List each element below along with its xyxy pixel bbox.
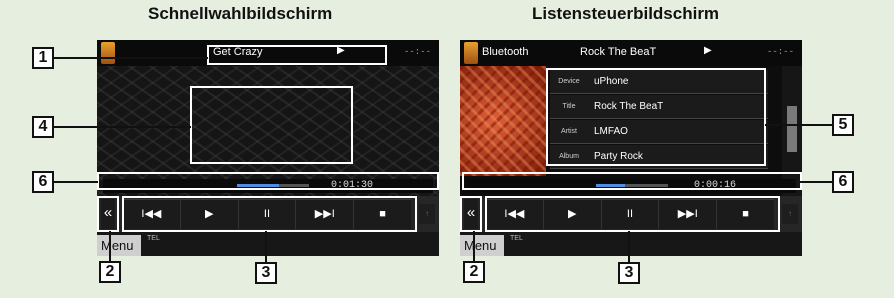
highlight-box-6-right [462,172,802,190]
connector-line-2-left [109,231,111,263]
callout-2-right: 2 [463,261,485,283]
bottom-bar: Menu TEL [97,232,439,256]
connector-line-3-left [265,231,267,264]
clock: --:-- [766,47,794,57]
highlight-box-1 [207,45,387,65]
highlight-box-3-right [485,196,780,232]
connector-line-1 [54,57,208,59]
callout-4: 4 [32,116,54,138]
connector-line-4 [54,126,191,128]
highlight-box-2-right [460,196,482,232]
callout-6-left: 6 [32,171,54,193]
connector-line-2-right [473,231,475,263]
callout-3-left: 3 [255,262,277,284]
scrollbar-thumb[interactable] [787,106,797,152]
highlight-box-6-left [97,172,439,190]
mini-label: TEL [147,235,160,242]
track-title[interactable]: Rock The BeaT [580,46,656,58]
highlight-box-2-left [97,196,119,232]
connector-line-6-right [800,181,834,183]
callout-1: 1 [32,47,54,69]
connector-line-5 [765,124,833,126]
source-icon[interactable] [101,42,115,64]
clock: --:-- [403,47,431,57]
menu-button[interactable]: Menu [97,235,141,256]
top-bar: Bluetooth Rock The BeaT ▶ --:-- [460,40,802,66]
play-status-icon: ▶ [704,45,712,56]
highlight-box-5 [546,68,766,166]
menu-button[interactable]: Menu [460,235,504,256]
source-icon[interactable] [464,42,478,64]
right-screen-title: Listensteuerbildschirm [532,4,720,23]
connector-line-6-left [54,181,98,183]
connector-line-3-right [628,231,630,264]
source-name: Bluetooth [482,46,529,58]
callout-3-right: 3 [618,262,640,284]
callout-6-right: 6 [832,171,854,193]
album-artwork [460,66,546,176]
highlight-box-4 [190,86,353,164]
bottom-bar: Menu TEL [460,232,802,256]
highlight-box-3-left [122,196,417,232]
mini-label: TEL [510,235,523,242]
side-up-button[interactable]: ↑ [782,204,798,224]
left-screen-title: Schnellwahlbildschirm [148,4,333,23]
callout-2-left: 2 [99,261,121,283]
callout-5: 5 [832,114,854,136]
side-up-button[interactable]: ↑ [419,204,435,224]
